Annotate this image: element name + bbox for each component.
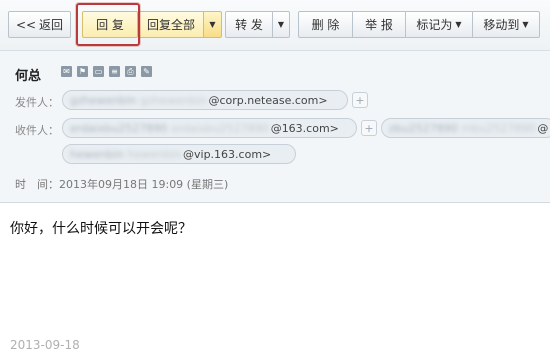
time-label: 时 间： — [15, 178, 59, 191]
reply-all-dropdown[interactable]: ▼ — [204, 11, 222, 38]
mark-as-button[interactable]: 标记为 ▼ — [405, 11, 473, 38]
chevron-down-icon: ▼ — [455, 20, 462, 29]
delete-button[interactable]: 删 除 — [298, 11, 353, 38]
chevron-down-icon: ▼ — [209, 20, 216, 29]
sender-chip[interactable]: gzhewenbin gzhewenbin @corp.netease.com> — [62, 90, 348, 110]
reply-all-button[interactable]: 回复全部 — [139, 11, 204, 38]
forward-button[interactable]: 转 发 — [225, 11, 273, 38]
folder-icon[interactable]: ▭ — [93, 66, 104, 77]
move-to-label: 移动到 — [483, 18, 520, 32]
sender-name: gzhewenbin — [70, 93, 137, 107]
sender-domain: @corp.netease.com> — [208, 93, 328, 107]
recipient-alias: erdaixbu2527890 — [171, 121, 269, 135]
subject-actions: ✉ ⚑ ▭ ≡ ⎙ ✎ — [61, 66, 152, 77]
message-body: 你好，什么时候可以开会呢？ — [10, 221, 192, 237]
sender-alias: gzhewenbin — [140, 93, 207, 107]
reply-all-label: 回复全部 — [146, 18, 195, 32]
send-time: 2013年09月18日 19:09 (星期三) — [59, 178, 229, 191]
move-to-button[interactable]: 移动到 ▼ — [472, 11, 540, 38]
forward-label: 转 发 — [235, 18, 263, 32]
recipient-domain: @163.com> — [270, 121, 339, 135]
document-icon[interactable]: ≡ — [109, 66, 120, 77]
add-contact-button[interactable]: + — [361, 120, 377, 136]
chevron-down-icon: ▼ — [277, 20, 285, 29]
flag-icon[interactable]: ⚑ — [77, 66, 88, 77]
recipient-label: 收件人： — [15, 124, 59, 137]
recipient-name: zbu2527890 — [389, 121, 458, 135]
recipient-domain: @ — [537, 121, 549, 135]
recipient-chip[interactable]: zbu2527890 mbu2527890 @ — [381, 118, 550, 138]
reply-highlight-box — [76, 3, 140, 46]
mail-toolbar: << 返回 回 复 回复全部 ▼ 转 发 ▼ 删 除 举 报 标记为 ▼ 移动到… — [0, 0, 550, 50]
forward-dropdown[interactable]: ▼ — [273, 11, 290, 38]
recipient-domain: @vip.163.com> — [183, 147, 272, 161]
sender-label: 发件人： — [15, 96, 59, 109]
chevron-down-icon: ▼ — [522, 20, 529, 29]
time-row: 时 间：2013年09月18日 19:09 (星期三) — [15, 176, 228, 192]
delete-label: 删 除 — [311, 18, 340, 32]
add-contact-button[interactable]: + — [352, 92, 368, 108]
back-icon: << — [15, 17, 37, 32]
plus-icon: + — [355, 93, 365, 107]
recipient-name: hewenbin — [70, 147, 124, 161]
report-label: 举 报 — [365, 18, 393, 32]
back-button[interactable]: << 返回 — [8, 11, 71, 38]
back-label: 返回 — [39, 18, 64, 32]
recipient-alias: hewenbin — [127, 147, 182, 161]
report-button[interactable]: 举 报 — [352, 11, 406, 38]
recipient-chip[interactable]: erdaixbu2527890 erdaixbu2527890 @163.com… — [62, 118, 357, 138]
plus-icon: + — [364, 121, 374, 135]
print-icon[interactable]: ⎙ — [125, 66, 136, 77]
recipient-chip[interactable]: hewenbin hewenbin @vip.163.com> — [62, 144, 296, 164]
recipient-alias: mbu2527890 — [461, 121, 536, 135]
message-header: 何总 ✉ ⚑ ▭ ≡ ⎙ ✎ 发件人： gzhewenbin gzhewenbi… — [0, 50, 550, 203]
mark-as-label: 标记为 — [416, 18, 453, 32]
edit-icon[interactable]: ✎ — [141, 66, 152, 77]
mail-icon[interactable]: ✉ — [61, 66, 72, 77]
recipient-name: erdaixbu2527890 — [70, 121, 168, 135]
message-subject: 何总 — [15, 69, 42, 84]
